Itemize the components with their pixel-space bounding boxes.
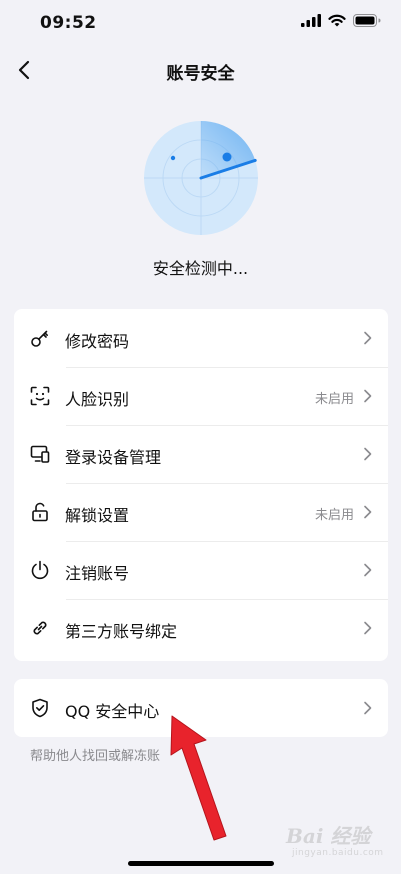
row-label: 人脸识别 [65, 390, 130, 409]
battery-icon [353, 14, 381, 27]
cancel-account-row[interactable]: 注销账号 [14, 541, 388, 599]
row-status: 未启用 [314, 392, 354, 407]
link-icon [33, 621, 47, 635]
chevron-right-icon [364, 389, 372, 403]
power-icon [31, 560, 49, 580]
status-time: 09:52 [40, 13, 97, 33]
chevron-right-icon [364, 505, 372, 519]
row-label: 第三方账号绑定 [65, 622, 178, 641]
unlock-icon [32, 502, 48, 522]
row-status: 未启用 [314, 508, 354, 523]
home-indicator [128, 861, 274, 866]
chevron-right-icon [364, 621, 372, 635]
help-text: 帮助他人找回或解冻账 [30, 749, 161, 764]
page-title: 账号安全 [166, 64, 235, 84]
red-arrow-annotation [170, 715, 227, 841]
cellular-signal-icon [301, 14, 321, 27]
security-radar-icon [144, 121, 258, 235]
login-device-management-row[interactable]: 登录设备管理 [14, 425, 388, 483]
third-party-binding-row[interactable]: 第三方账号绑定 [14, 599, 388, 657]
devices-icon [30, 445, 50, 463]
watermark-url: jingyan.baidu.com [292, 848, 384, 858]
row-label: 登录设备管理 [65, 448, 162, 467]
baidu-watermark: Bai 经验 jingyan.baidu.com [286, 818, 398, 864]
row-label: QQ 安全中心 [65, 702, 160, 721]
row-label: 注销账号 [65, 564, 130, 583]
security-check-status: 安全检测中... [152, 259, 249, 278]
face-recognition-row[interactable]: 人脸识别 未启用 [14, 367, 388, 425]
shield-check-icon [32, 698, 48, 718]
row-label: 修改密码 [65, 332, 130, 351]
security-settings-card: 修改密码 人脸识别 未启用 登录设备管理 解锁设置 未启用 注销账号 第三方账号… [14, 309, 388, 661]
status-icons [301, 14, 381, 27]
unlock-settings-row[interactable]: 解锁设置 未启用 [14, 483, 388, 541]
key-icon [31, 330, 48, 347]
nav-bar: 账号安全 [0, 48, 401, 92]
wifi-icon [328, 14, 346, 27]
chevron-right-icon [364, 701, 372, 715]
chevron-right-icon [364, 447, 372, 461]
face-scan-icon [30, 386, 50, 406]
chevron-right-icon [364, 331, 372, 345]
change-password-row[interactable]: 修改密码 [14, 309, 388, 367]
row-label: 解锁设置 [65, 506, 130, 525]
chevron-right-icon [364, 563, 372, 577]
watermark-brand: Bai 经验 [286, 824, 371, 848]
status-bar: 09:52 [0, 0, 401, 48]
